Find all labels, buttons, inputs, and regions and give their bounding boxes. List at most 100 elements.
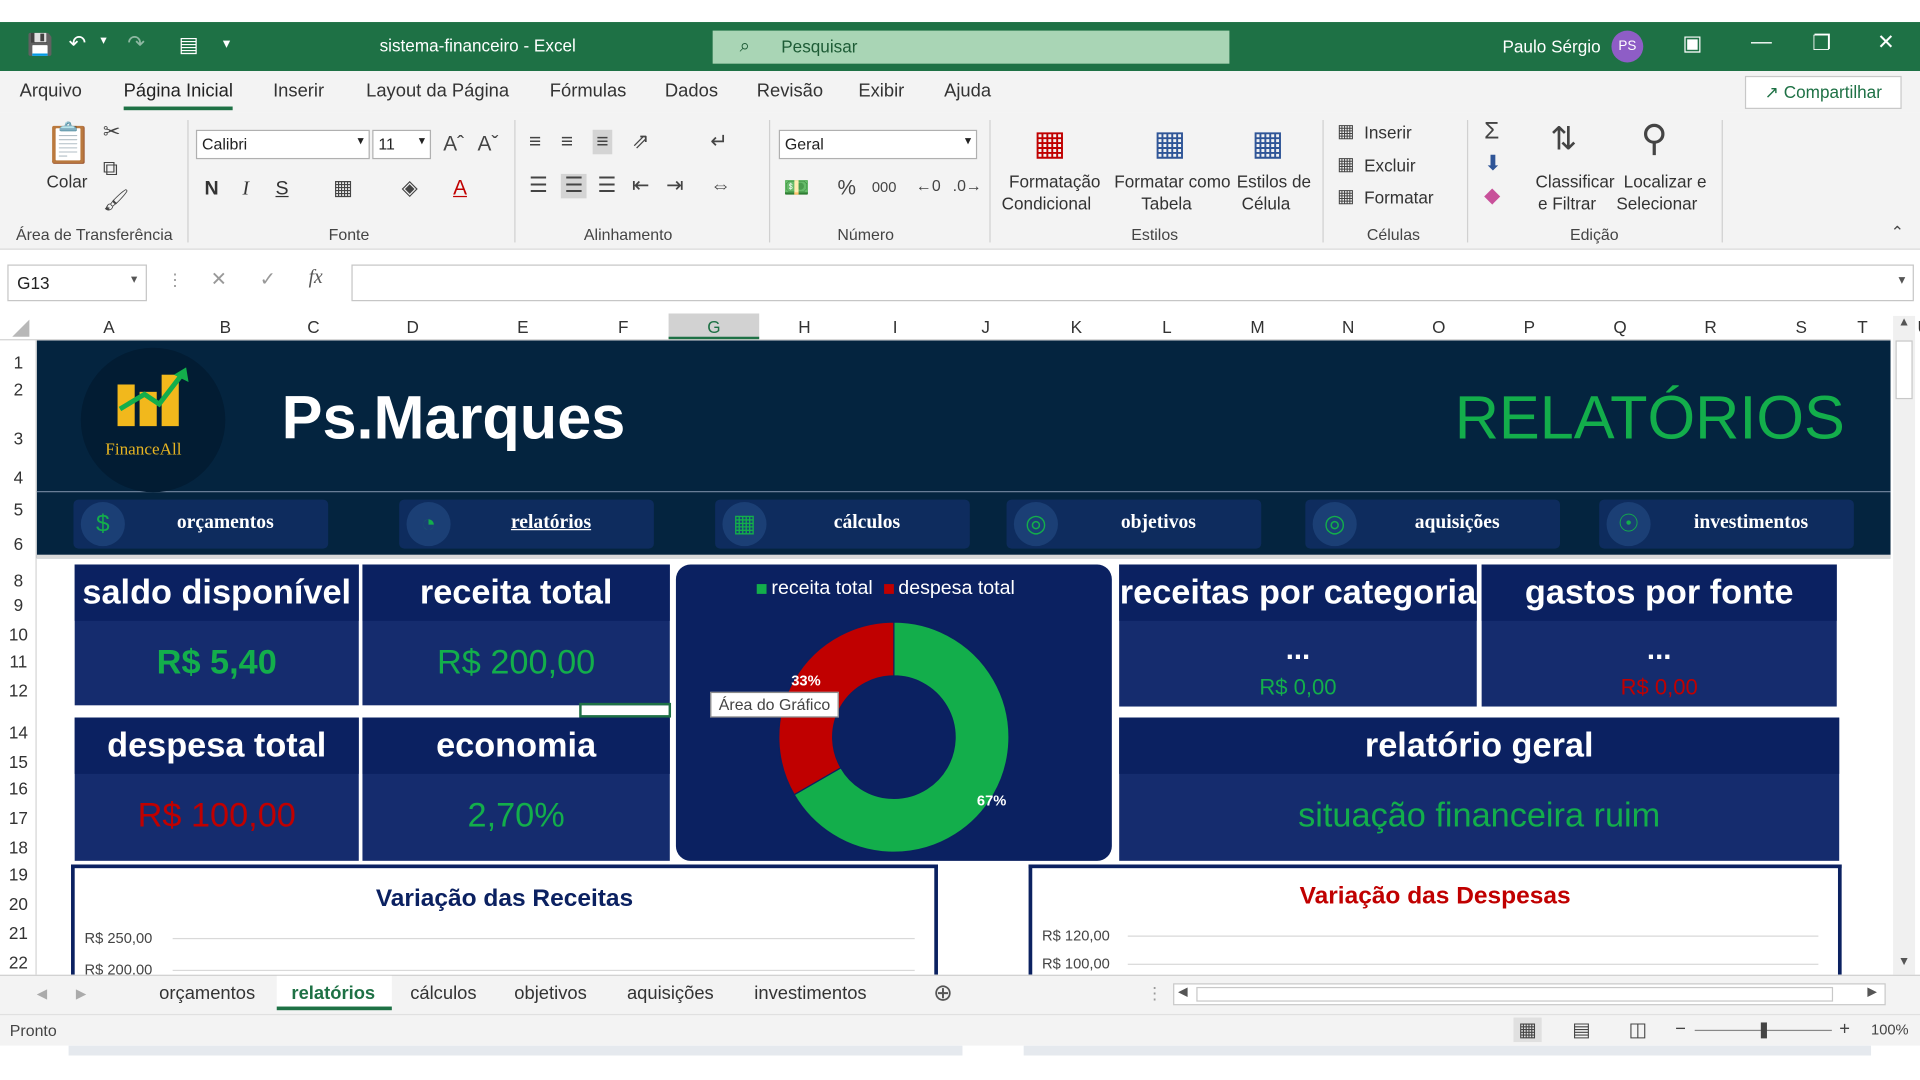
user-name[interactable]: Paulo Sérgio	[1502, 37, 1600, 57]
sort-filter-label-1[interactable]: Classificar	[1536, 171, 1615, 191]
merge-center-icon[interactable]: ⇔	[710, 174, 731, 198]
menu-arquivo[interactable]: Arquivo	[20, 81, 82, 102]
delete-cells-icon[interactable]: ▦	[1337, 153, 1354, 175]
row-header[interactable]: 8	[0, 571, 37, 591]
zoom-out-icon[interactable]: −	[1675, 1019, 1686, 1040]
enter-icon[interactable]: ✓	[260, 267, 276, 291]
column-header[interactable]: J	[940, 317, 1031, 337]
next-sheet-icon[interactable]: ▶	[76, 986, 86, 1002]
column-header[interactable]: F	[578, 317, 669, 337]
share-button[interactable]: ↗ Compartilhar	[1744, 75, 1902, 109]
conditional-format-label-1[interactable]: Formatação	[1009, 171, 1100, 191]
active-cell-outline[interactable]	[579, 702, 672, 718]
menu-dados[interactable]: Dados	[665, 81, 718, 102]
decrease-indent-icon[interactable]: ⇤	[632, 174, 649, 198]
ribbon-display-icon[interactable]: ▣	[1682, 32, 1702, 56]
donut-chart[interactable]: receita total despesa total 67% 33% Área …	[675, 564, 1112, 861]
find-select-icon[interactable]: ⚲	[1641, 118, 1668, 161]
accounting-format-icon[interactable]: 💵	[784, 176, 810, 200]
row-header[interactable]: 5	[0, 500, 37, 520]
conditional-format-icon[interactable]: ▦	[1033, 122, 1065, 162]
zoom-slider-thumb[interactable]	[1760, 1022, 1767, 1039]
column-header[interactable]: K	[1031, 317, 1122, 337]
tab-investimentos[interactable]: investimentos	[754, 983, 866, 1004]
align-center-icon[interactable]: ☰	[560, 173, 587, 199]
increase-font-icon[interactable]: Aˆ	[443, 132, 464, 156]
menu-layout[interactable]: Layout da Página	[366, 81, 509, 102]
column-header[interactable]: Q	[1575, 317, 1666, 337]
add-sheet-icon[interactable]: ⊕	[933, 980, 952, 1008]
font-color-icon[interactable]: A	[453, 176, 467, 200]
align-bottom-icon[interactable]: ≡	[592, 129, 613, 155]
delete-cells-button[interactable]: Excluir	[1364, 156, 1415, 176]
scroll-left-icon[interactable]: ◀	[1178, 986, 1187, 999]
close-icon[interactable]: ✕	[1877, 31, 1894, 55]
column-header[interactable]: C	[269, 317, 357, 337]
bold-button[interactable]: N	[204, 179, 218, 201]
menu-inserir[interactable]: Inserir	[273, 81, 324, 102]
italic-button[interactable]: I	[242, 179, 249, 201]
find-select-label-1[interactable]: Localizar e	[1624, 171, 1707, 191]
row-header[interactable]: 12	[0, 681, 37, 701]
menu-pagina-inicial[interactable]: Página Inicial	[123, 81, 233, 111]
underline-button[interactable]: S	[276, 179, 289, 201]
align-top-icon[interactable]: ≡	[529, 130, 541, 154]
worksheet[interactable]: FinanceAll Ps.Marques RELATÓRIOS $ orçame…	[36, 340, 1891, 975]
row-header[interactable]: 4	[0, 468, 37, 488]
insert-cells-button[interactable]: Inserir	[1364, 122, 1412, 142]
page-layout-view-icon[interactable]: ▤	[1572, 1018, 1591, 1042]
row-header[interactable]: 10	[0, 624, 37, 644]
column-header[interactable]: A	[37, 317, 181, 337]
scroll-down-icon[interactable]: ▼	[1898, 955, 1910, 968]
prev-sheet-icon[interactable]: ◀	[37, 986, 47, 1002]
clear-icon[interactable]: ◆	[1484, 184, 1500, 208]
nav-orcamentos[interactable]: $ orçamentos	[73, 499, 329, 549]
align-left-icon[interactable]: ☰	[529, 174, 548, 198]
format-cells-button[interactable]: Formatar	[1364, 187, 1434, 207]
sort-filter-label-2[interactable]: e Filtrar	[1538, 193, 1596, 213]
column-header[interactable]: R	[1665, 317, 1756, 337]
normal-view-icon[interactable]: ▦	[1513, 1017, 1542, 1043]
row-header[interactable]: 17	[0, 808, 37, 828]
format-painter-icon[interactable]: 🖌	[103, 189, 129, 213]
column-header[interactable]: I	[850, 317, 941, 337]
row-header[interactable]: 3	[0, 429, 37, 449]
tab-objetivos[interactable]: objetivos	[514, 983, 586, 1004]
nav-calculos[interactable]: ▦ cálculos	[715, 499, 970, 549]
insert-function-icon[interactable]: fx	[309, 267, 323, 289]
chart-variacao-despesas[interactable]: Variação das Despesas R$ 120,00 R$ 100,0…	[1028, 864, 1842, 975]
format-cells-icon[interactable]: ▦	[1337, 185, 1354, 207]
nav-objetivos[interactable]: ◎ objetivos	[1006, 499, 1262, 549]
nav-aquisicoes[interactable]: ◎ aquisições	[1305, 499, 1561, 549]
borders-icon[interactable]: ▦	[333, 176, 353, 200]
column-header[interactable]: D	[358, 317, 468, 337]
column-header[interactable]: T	[1847, 317, 1879, 337]
tab-splitter-icon[interactable]: ⋮	[1146, 983, 1163, 1004]
format-table-label-1[interactable]: Formatar como	[1114, 171, 1230, 191]
copy-icon[interactable]: ⧉	[103, 157, 118, 181]
paste-icon[interactable]: 📋	[44, 120, 93, 167]
row-header[interactable]: 11	[0, 651, 37, 671]
column-header[interactable]: O	[1393, 317, 1484, 337]
tab-relatorios[interactable]: relatórios	[291, 983, 375, 1004]
format-table-icon[interactable]: ▦	[1153, 122, 1185, 162]
row-header[interactable]: 6	[0, 534, 37, 554]
row-header[interactable]: 2	[0, 380, 37, 400]
save-icon[interactable]: 💾	[27, 33, 53, 57]
row-header[interactable]: 1	[0, 353, 37, 373]
cut-icon[interactable]: ✂	[103, 120, 120, 144]
horizontal-scrollbar[interactable]: ◀ ▶	[1173, 983, 1886, 1006]
tab-aquisicoes[interactable]: aquisições	[627, 983, 714, 1004]
row-header[interactable]: 22	[0, 953, 37, 973]
column-header[interactable]: E	[468, 317, 578, 337]
paste-label[interactable]: Colar	[47, 171, 88, 191]
nav-investimentos[interactable]: ☉ investimentos	[1599, 499, 1854, 549]
align-middle-icon[interactable]: ≡	[561, 130, 573, 154]
fill-icon[interactable]: ⬇	[1484, 152, 1501, 176]
number-format-dropdown[interactable]: Geral ▾	[778, 129, 978, 160]
row-header[interactable]: 19	[0, 864, 37, 884]
column-header[interactable]: S	[1756, 317, 1847, 337]
row-header[interactable]: 20	[0, 894, 37, 914]
tab-orcamentos[interactable]: orçamentos	[159, 983, 255, 1004]
horizontal-scroll-thumb[interactable]	[1196, 986, 1834, 1002]
